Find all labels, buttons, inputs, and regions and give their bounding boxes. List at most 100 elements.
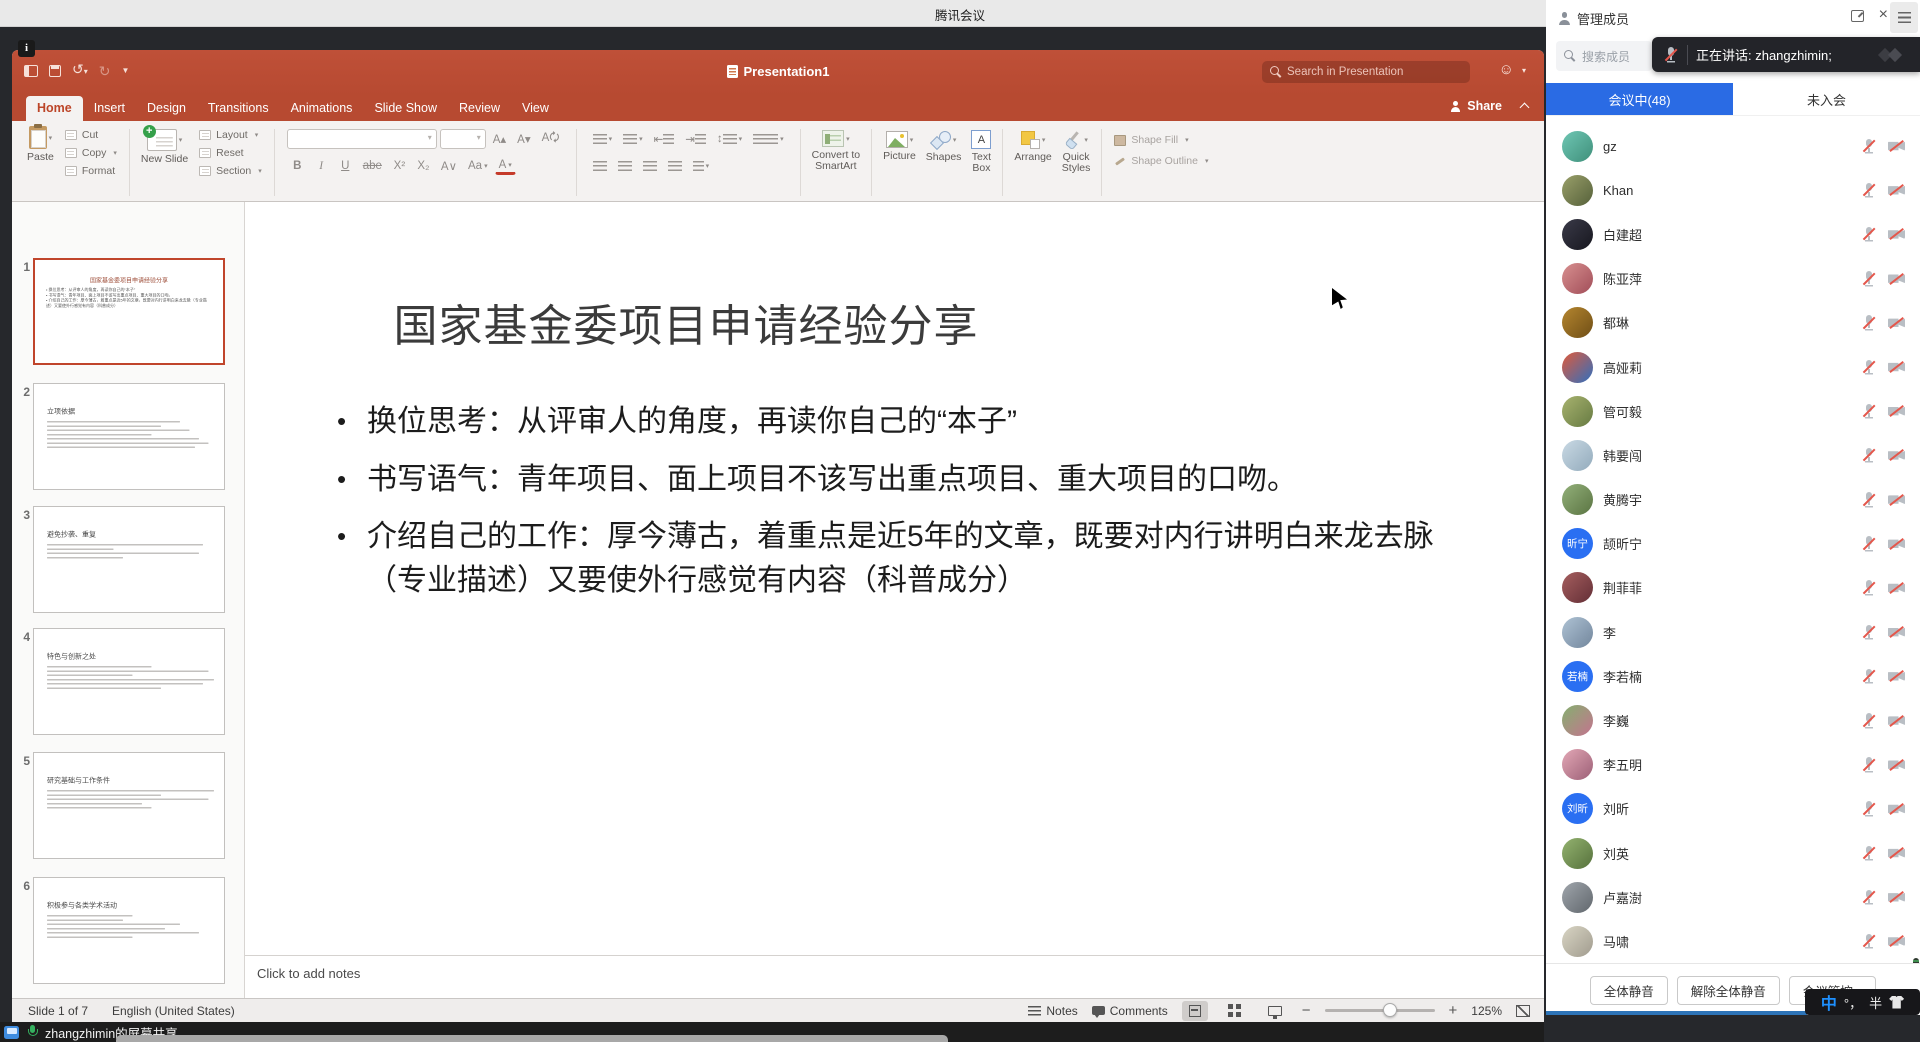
- subscript-button[interactable]: X₂: [413, 156, 434, 176]
- change-case-button[interactable]: Aa▾: [464, 156, 492, 176]
- bullets-button[interactable]: ▾: [589, 129, 617, 149]
- thumbnail-preview[interactable]: 研究基础与工作条件: [33, 752, 225, 859]
- participant-list[interactable]: gzKhan白建超陈亚萍都琳高娅莉管可毅韩要闯黄腾宇昕宁颉昕宁荆菲菲李若楠李若楠…: [1546, 116, 1920, 963]
- camera-off-icon[interactable]: [1887, 227, 1906, 242]
- muted-mic-icon[interactable]: [1860, 624, 1877, 641]
- muted-mic-icon[interactable]: [1860, 314, 1877, 331]
- info-badge-icon[interactable]: i: [18, 40, 35, 57]
- camera-off-icon[interactable]: [1887, 536, 1906, 551]
- muted-mic-icon[interactable]: [1860, 270, 1877, 287]
- popout-panel-icon[interactable]: [1851, 10, 1864, 22]
- collapse-ribbon-icon[interactable]: [1520, 103, 1530, 113]
- camera-off-icon[interactable]: [1887, 492, 1906, 507]
- meeting-toolbar-edge[interactable]: [116, 1035, 948, 1042]
- copy-button[interactable]: Copy▾: [65, 147, 117, 159]
- participant-row[interactable]: 李巍: [1546, 698, 1920, 742]
- font-color-button[interactable]: A▾: [495, 157, 516, 175]
- muted-mic-icon[interactable]: [1860, 226, 1877, 243]
- camera-off-icon[interactable]: [1887, 890, 1906, 905]
- muted-mic-icon[interactable]: [1860, 756, 1877, 773]
- unmute-all-button[interactable]: 解除全体静音: [1677, 976, 1780, 1005]
- tab-review[interactable]: Review: [448, 96, 511, 121]
- numbering-button[interactable]: ▾: [619, 129, 647, 149]
- camera-off-icon[interactable]: [1887, 271, 1906, 286]
- presentation-search-input[interactable]: Search in Presentation: [1262, 61, 1470, 83]
- participant-row[interactable]: 黄腾宇: [1546, 478, 1920, 522]
- camera-off-icon[interactable]: [1887, 360, 1906, 375]
- quick-styles-button[interactable]: ▾ QuickStyles: [1062, 126, 1091, 199]
- columns-button[interactable]: ▾: [749, 129, 788, 149]
- tab-home[interactable]: Home: [26, 96, 83, 121]
- language-indicator[interactable]: English (United States): [112, 1004, 235, 1018]
- new-slide-button[interactable]: ▾ New Slide: [141, 126, 188, 199]
- character-spacing-button[interactable]: A∨: [437, 156, 461, 176]
- slide-sorter-button[interactable]: [1222, 1001, 1248, 1021]
- ime-toolbar[interactable]: 中 °， 半: [1805, 989, 1920, 1015]
- muted-mic-icon[interactable]: [1860, 535, 1877, 552]
- tab-animations[interactable]: Animations: [280, 96, 364, 121]
- shrink-font-button[interactable]: A▾: [513, 129, 534, 149]
- share-button[interactable]: Share: [1450, 99, 1502, 113]
- reset-button[interactable]: Reset: [199, 147, 262, 159]
- muted-mic-icon[interactable]: [1860, 138, 1877, 155]
- tab-view[interactable]: View: [511, 96, 560, 121]
- tab-slide-show[interactable]: Slide Show: [363, 96, 448, 121]
- participant-row[interactable]: 韩要闯: [1546, 433, 1920, 477]
- fit-to-window-icon[interactable]: [1516, 1005, 1530, 1017]
- italic-button[interactable]: I: [311, 156, 332, 176]
- line-spacing-button[interactable]: ↕▾: [713, 129, 746, 149]
- camera-off-icon[interactable]: [1887, 846, 1906, 861]
- muted-mic-icon[interactable]: [1860, 491, 1877, 508]
- participant-row[interactable]: gz: [1546, 124, 1920, 168]
- close-panel-icon[interactable]: ×: [1879, 6, 1888, 24]
- camera-off-icon[interactable]: [1887, 625, 1906, 640]
- muted-mic-icon[interactable]: [1860, 182, 1877, 199]
- muted-mic-icon[interactable]: [1860, 579, 1877, 596]
- thumbnail-preview[interactable]: 特色与创新之处: [33, 628, 225, 735]
- camera-off-icon[interactable]: [1887, 934, 1906, 949]
- participant-row[interactable]: 都琳: [1546, 301, 1920, 345]
- camera-off-icon[interactable]: [1887, 669, 1906, 684]
- comments-toggle[interactable]: Comments: [1092, 1004, 1168, 1018]
- participant-row[interactable]: 白建超: [1546, 212, 1920, 256]
- arrange-button[interactable]: ▾ Arrange: [1014, 126, 1051, 199]
- format-painter-button[interactable]: Format: [65, 165, 117, 177]
- muted-mic-icon[interactable]: [1860, 403, 1877, 420]
- shape-outline-button[interactable]: Shape Outline▾: [1114, 155, 1208, 167]
- participant-row[interactable]: 陈亚萍: [1546, 257, 1920, 301]
- zoom-in-button[interactable]: +: [1449, 1002, 1458, 1019]
- strikethrough-button[interactable]: abe: [359, 156, 386, 176]
- notes-toggle[interactable]: Notes: [1028, 1004, 1077, 1018]
- section-button[interactable]: Section▾: [199, 165, 262, 177]
- muted-mic-icon[interactable]: [1860, 359, 1877, 376]
- sidebar-toggle-icon[interactable]: [24, 65, 38, 77]
- align-right-button[interactable]: [639, 156, 661, 176]
- camera-off-icon[interactable]: [1887, 448, 1906, 463]
- paste-button[interactable]: ▾ Paste: [27, 126, 54, 199]
- increase-indent-button[interactable]: ⇥: [681, 129, 710, 149]
- text-box-button[interactable]: A TextBox: [971, 126, 991, 199]
- camera-off-icon[interactable]: [1887, 183, 1906, 198]
- muted-mic-icon[interactable]: [1860, 845, 1877, 862]
- tab-transitions[interactable]: Transitions: [197, 96, 280, 121]
- panel-menu-button[interactable]: [1890, 2, 1918, 33]
- notes-pane[interactable]: Click to add notes: [245, 955, 1544, 998]
- participant-row[interactable]: Khan: [1546, 168, 1920, 212]
- tab-not-joined[interactable]: 未入会: [1733, 83, 1920, 115]
- underline-button[interactable]: U: [335, 156, 356, 176]
- zoom-level[interactable]: 125%: [1471, 1004, 1502, 1018]
- participant-row[interactable]: 荆菲菲: [1546, 566, 1920, 610]
- decrease-indent-button[interactable]: ⇤: [650, 129, 679, 149]
- shape-fill-button[interactable]: Shape Fill▾: [1114, 134, 1208, 146]
- ime-language-indicator[interactable]: 中: [1821, 990, 1837, 1014]
- tab-design[interactable]: Design: [136, 96, 197, 121]
- align-center-button[interactable]: [614, 156, 636, 176]
- feedback-smiley-icon[interactable]: ☺: [1499, 61, 1514, 78]
- muted-mic-icon[interactable]: [1860, 800, 1877, 817]
- clear-formatting-button[interactable]: A🗘: [538, 129, 564, 149]
- shapes-button[interactable]: ▾ Shapes: [926, 126, 962, 199]
- tab-in-meeting[interactable]: 会议中(48): [1546, 83, 1733, 115]
- zoom-slider[interactable]: [1325, 1009, 1435, 1012]
- participant-row[interactable]: 卢嘉澍: [1546, 875, 1920, 919]
- zoom-out-button[interactable]: −: [1302, 1002, 1311, 1019]
